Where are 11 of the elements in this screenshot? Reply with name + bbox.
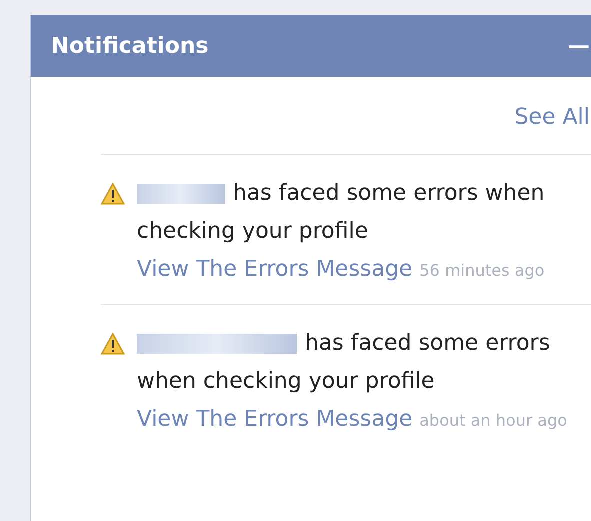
errors-link[interactable]: View The Errors Message [137, 407, 413, 432]
notification-time: 56 minutes ago [420, 261, 545, 280]
notification-text: has faced some errors when checking your profile View The Errors Message 56 minutes ago [137, 180, 546, 284]
notification-time: about an hour ago [420, 411, 568, 430]
errors-link[interactable]: View The Errors Message [137, 257, 413, 282]
see-all-link[interactable]: See All [514, 101, 590, 134]
warning-icon [101, 333, 125, 355]
notification-text: has faced some errors when checking your profile View The Errors Message about an hour ago [137, 330, 568, 434]
panel-title: Notifications [51, 32, 209, 60]
minimize-button[interactable]: — [568, 30, 590, 62]
warning-icon [101, 183, 125, 205]
